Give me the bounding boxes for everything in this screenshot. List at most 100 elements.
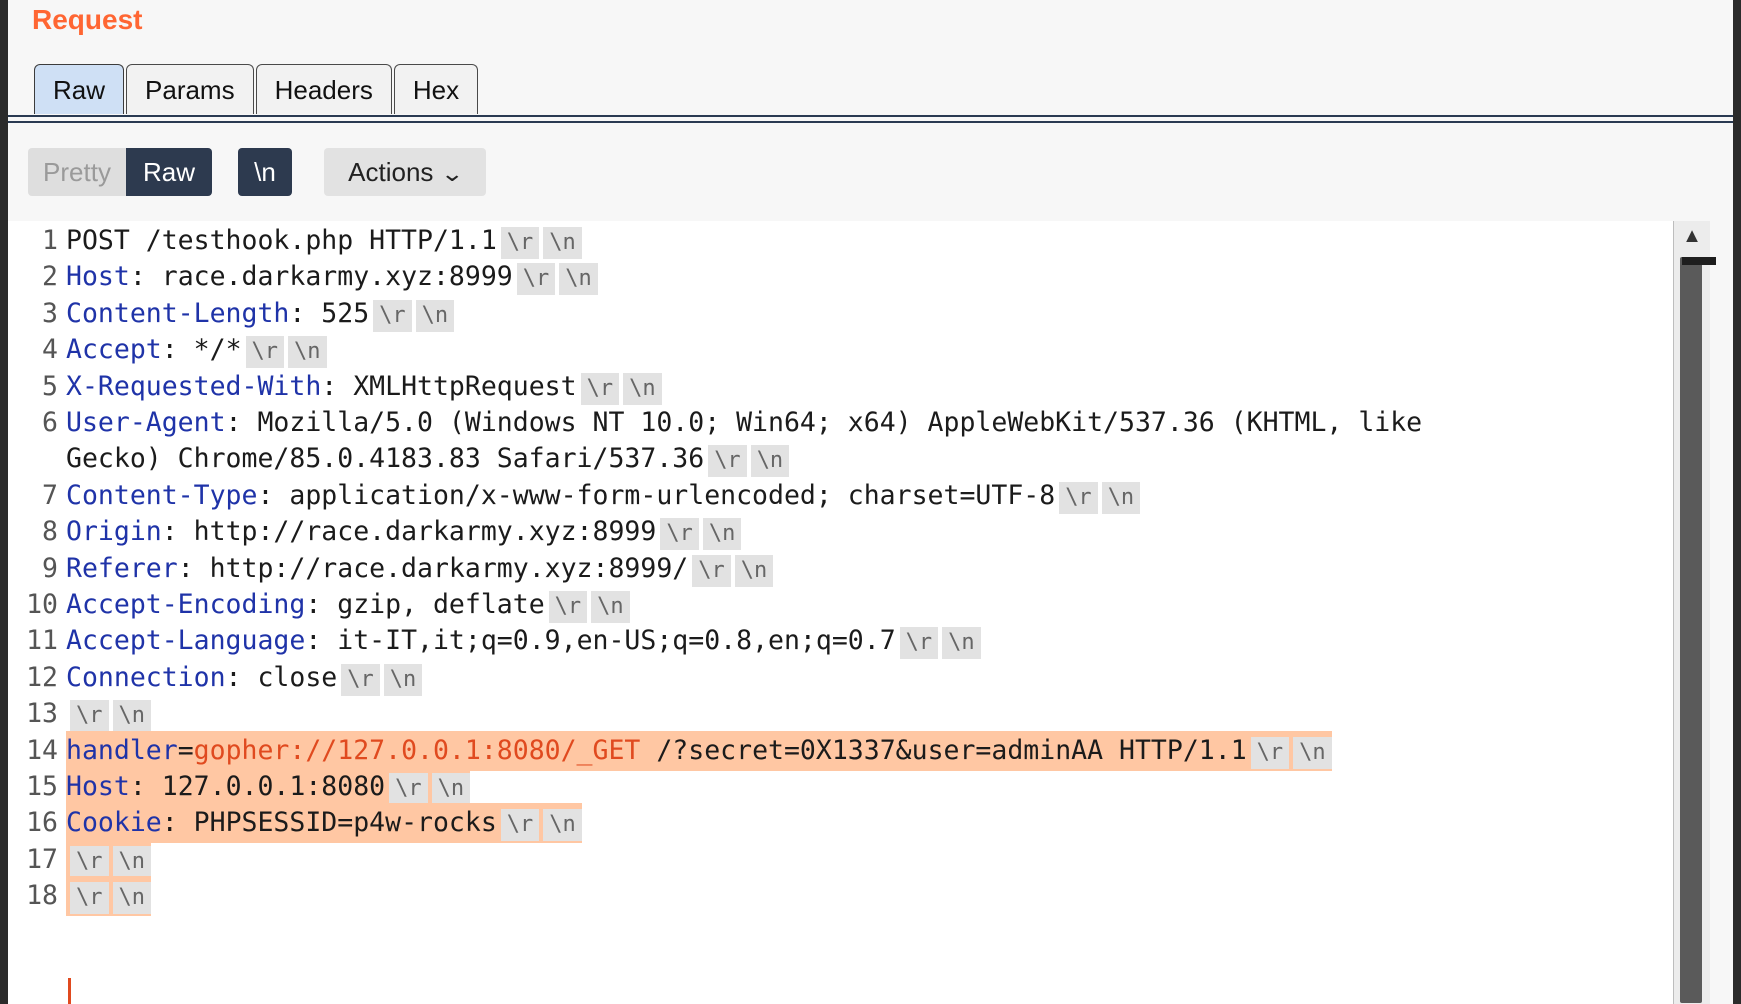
line-feed-marker: \n (1293, 736, 1332, 769)
header-separator: : (129, 261, 162, 293)
header-value: Mozilla/5.0 (Windows NT 10.0; Win64; x64… (257, 407, 1423, 438)
request-line: 18 \r \n (8, 876, 151, 917)
line-number: 14 (26, 734, 58, 766)
tab-hex[interactable]: Hex (393, 64, 479, 114)
line-feed-marker: \n (734, 554, 774, 587)
carriage-return-marker: \r (500, 809, 540, 842)
header-name: Accept-Language (66, 625, 306, 657)
carriage-return-marker: \r (389, 773, 428, 805)
tab-params[interactable]: Params (126, 64, 254, 114)
carriage-return-marker: \r (516, 263, 556, 296)
line-feed-marker: \n (942, 627, 981, 660)
carriage-return-marker: \r (580, 372, 620, 405)
line-content: handler=gopher://127.0.0.1:8080/_GET /?s… (66, 730, 1332, 771)
request-line: 5 X-Requested-With: XMLHttpRequest \r \n (8, 367, 662, 407)
line-number: 5 (42, 370, 58, 402)
carriage-return-marker: \r (70, 700, 109, 733)
request-line: 14 handler=gopher://127.0.0.1:8080/_GET /… (8, 730, 1332, 771)
header-name: Host (66, 261, 130, 293)
scroll-up-arrow-icon[interactable]: ▲ (1678, 225, 1706, 255)
raw-button[interactable]: Raw (126, 148, 212, 196)
line-content: Host: race.darkarmy.xyz:8999 \r \n (66, 257, 598, 297)
header-name: Connection (66, 661, 226, 693)
header-name: X-Requested-With (66, 370, 322, 402)
header-name: Accept (66, 334, 162, 366)
line-number: 10 (26, 589, 58, 620)
header-separator: : (161, 807, 194, 839)
header-value: PHPSESSID=p4w-rocks (193, 807, 497, 839)
carriage-return-marker: \r (899, 627, 939, 660)
carriage-return-marker: \r (660, 518, 699, 551)
header-name: Cookie (66, 807, 162, 839)
carriage-return-marker: \r (70, 845, 109, 878)
request-line: 12 Connection: close \r \n (8, 658, 423, 698)
tab-divider (8, 115, 1733, 117)
request-panel: Request Raw Params Headers Hex Pretty Ra… (8, 0, 1733, 1004)
pretty-button[interactable]: Pretty (28, 148, 126, 196)
carriage-return-marker: \r (692, 554, 731, 587)
line-feed-marker: \n (112, 882, 151, 915)
tab-raw[interactable]: Raw (34, 64, 125, 114)
header-separator: : (177, 552, 210, 584)
header-value: /?secret=0X1337&user=adminAA HTTP/1.1 (640, 734, 1247, 766)
line-feed-marker: \n (591, 591, 630, 623)
line-feed-marker: \n (702, 518, 742, 551)
request-line: 6 User-Agent: Mozilla/5.0 (Windows NT 10.… (8, 403, 1422, 443)
line-content: \r \n (66, 694, 151, 734)
request-editor[interactable]: 1 POST /testhook.php HTTP/1.1 \r \n 2 Host: r… (8, 221, 1673, 1004)
carriage-return-marker: \r (341, 663, 380, 696)
line-feed-marker: \n (383, 663, 423, 696)
line-number: 11 (26, 625, 58, 657)
request-line: 17 \r \n (8, 839, 151, 880)
header-value: race.darkarmy.xyz:8999 (161, 261, 513, 293)
scrollbar-thumb[interactable] (1680, 257, 1716, 1003)
header-name: Host (66, 771, 130, 802)
line-content: User-Agent: Mozilla/5.0 (Windows NT 10.0… (66, 403, 1422, 443)
line-content: X-Requested-With: XMLHttpRequest \r \n (66, 367, 662, 407)
carriage-return-marker: \r (1250, 736, 1290, 769)
line-content: \r \n (66, 876, 151, 917)
line-number: 2 (42, 261, 58, 293)
line-feed-marker: \n (288, 336, 327, 369)
carriage-return-marker: \r (1059, 481, 1098, 514)
carriage-return-marker: \r (245, 336, 285, 369)
line-number: 13 (26, 698, 58, 730)
request-line: 10 Accept-Encoding: gzip, deflate \r \n (8, 585, 630, 625)
header-separator: : (225, 407, 258, 438)
injected-url: gopher://127.0.0.1:8080/_GET (193, 734, 641, 766)
carriage-return-marker: \r (500, 227, 540, 259)
header-name: Origin (66, 516, 162, 548)
carriage-return-marker: \r (548, 591, 588, 623)
line-content: Connection: close \r \n (66, 658, 423, 698)
line-number: 6 (42, 407, 58, 438)
header-value: 127.0.0.1:8080 (161, 771, 386, 802)
show-newlines-button[interactable]: \n (238, 148, 292, 196)
line-number: 7 (42, 479, 58, 511)
line-feed-marker: \n (1101, 481, 1141, 514)
line-number: 18 (26, 880, 58, 912)
line-feed-marker: \n (543, 809, 582, 842)
line-content: Origin: http://race.darkarmy.xyz:8999 \r \… (66, 512, 742, 552)
tab-headers[interactable]: Headers (255, 64, 392, 114)
actions-dropdown[interactable]: Actions ⌄ (324, 148, 486, 196)
line-number: 1 (42, 225, 58, 256)
line-content: POST /testhook.php HTTP/1.1 \r \n (66, 221, 582, 261)
line-feed-marker: \n (543, 227, 582, 259)
header-separator: : (257, 479, 290, 511)
line-number: 4 (42, 334, 58, 366)
line-feed-marker: \n (415, 299, 455, 332)
header-name: Content-Type (66, 479, 258, 511)
window-frame-right (1733, 0, 1741, 1004)
line-number: 9 (42, 552, 58, 584)
request-line: 16 Cookie: PHPSESSID=p4w-rocks \r \n (8, 803, 582, 844)
line-content: Referer: http://race.darkarmy.xyz:8999/\… (66, 549, 774, 589)
vertical-scrollbar[interactable]: ▲ (1673, 221, 1716, 1004)
line-feed-marker: \n (431, 773, 471, 805)
header-separator: : (225, 661, 258, 693)
request-line: 9 Referer: http://race.darkarmy.xyz:8999/… (8, 549, 774, 589)
header-separator: : (321, 370, 354, 402)
line-number: 12 (26, 661, 58, 693)
line-content: Accept: */* \r \n (66, 330, 327, 370)
header-name: Content-Length (66, 297, 290, 329)
header-value: 525 (321, 297, 370, 329)
